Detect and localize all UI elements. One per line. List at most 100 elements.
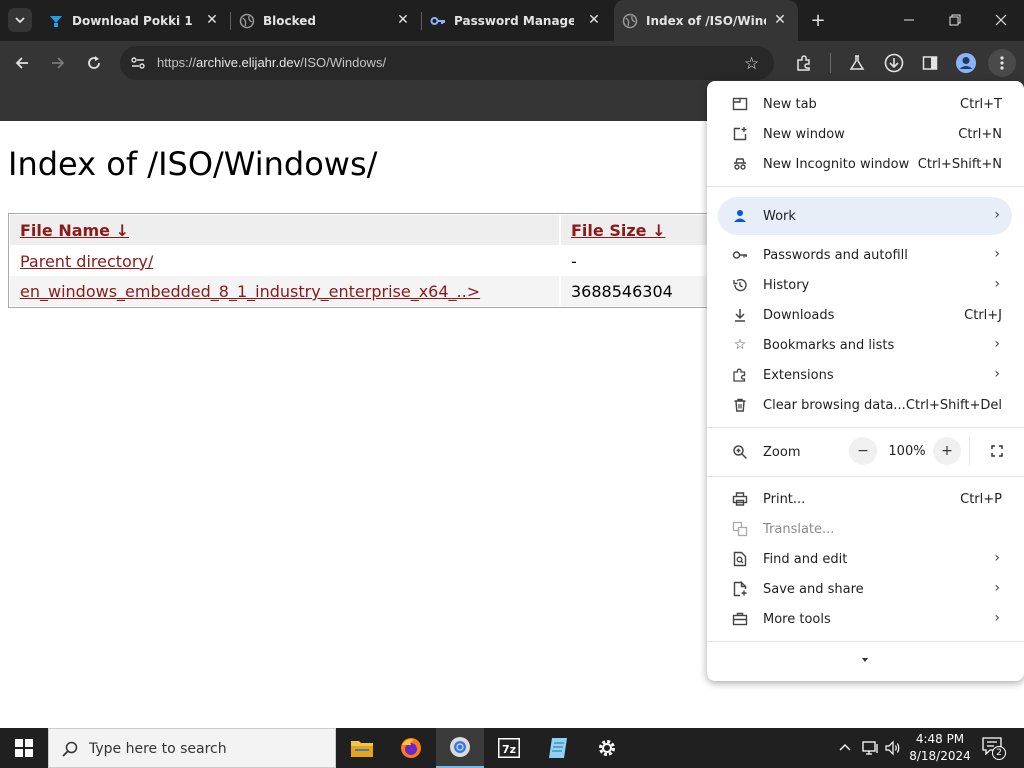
chrome-icon[interactable] xyxy=(436,728,484,768)
extensions-icon xyxy=(731,366,749,384)
key-icon xyxy=(731,246,749,264)
translate-icon xyxy=(731,520,749,538)
menu-item-clear-browsing-data[interactable]: Clear browsing data... Ctrl+Shift+Del xyxy=(707,390,1024,420)
tab-pokki[interactable]: Download Pokki 1.0 fo ✕ xyxy=(40,0,230,41)
7zip-icon[interactable]: 7z xyxy=(485,728,533,768)
restore-icon[interactable] xyxy=(932,0,978,40)
menu-label: Translate... xyxy=(763,522,835,537)
menu-label: Print... xyxy=(763,492,806,507)
menu-item-incognito[interactable]: New Incognito window Ctrl+Shift+N xyxy=(707,149,1024,179)
parent-directory-link[interactable]: Parent directory/ xyxy=(20,252,153,271)
sort-by-name-link[interactable]: File Name ↓ xyxy=(20,221,129,240)
tab-title: Blocked xyxy=(263,13,317,28)
address-bar[interactable]: https://archive.elijahr.dev/ISO/Windows/… xyxy=(120,46,774,80)
download-arrow-icon xyxy=(48,13,64,29)
menu-label: New window xyxy=(763,127,845,142)
menu-item-extensions[interactable]: Extensions › xyxy=(707,360,1024,390)
file-name-cell: en_windows_embedded_8_1_industry_enterpr… xyxy=(10,276,559,306)
taskbar-search-box[interactable]: Type here to search xyxy=(48,728,336,768)
close-tab-icon[interactable]: ✕ xyxy=(395,12,411,28)
zoom-in-button[interactable]: + xyxy=(933,437,961,465)
menu-item-more-tools[interactable]: More tools › xyxy=(707,604,1024,634)
file-explorer-icon[interactable] xyxy=(338,728,386,768)
menu-item-translate: Translate... xyxy=(707,514,1024,544)
table-header-row: File Name ↓ File Size ↓ xyxy=(8,215,768,245)
notepad-icon[interactable] xyxy=(534,728,582,768)
column-header-file-name: File Name ↓ xyxy=(10,215,559,245)
chevron-right-icon: › xyxy=(994,366,1000,382)
menu-shortcut: Ctrl+T xyxy=(960,97,1002,112)
menu-item-history[interactable]: History › xyxy=(707,270,1024,300)
menu-item-save-and-share[interactable]: Save and share › xyxy=(707,574,1024,604)
chevron-right-icon: › xyxy=(994,336,1000,352)
site-info-icon[interactable] xyxy=(130,55,146,75)
menu-item-new-tab[interactable]: New tab Ctrl+T xyxy=(707,89,1024,119)
menu-item-find-and-edit[interactable]: Find and edit › xyxy=(707,544,1024,574)
star-icon: ☆ xyxy=(733,337,747,353)
search-icon xyxy=(61,740,79,762)
fullscreen-icon[interactable] xyxy=(983,437,1011,465)
menu-item-print[interactable]: Print... Ctrl+P xyxy=(707,484,1024,514)
volume-icon[interactable] xyxy=(884,739,902,761)
menu-shortcut: Ctrl+N xyxy=(958,127,1002,142)
chevron-down-icon xyxy=(15,17,25,24)
more-menu-icon[interactable] xyxy=(988,49,1016,77)
zoom-out-button[interactable]: − xyxy=(849,437,877,465)
chevron-right-icon: › xyxy=(994,550,1000,566)
forward-icon[interactable] xyxy=(44,49,72,77)
menu-label: History xyxy=(763,278,810,293)
menu-item-new-window[interactable]: New window Ctrl+N xyxy=(707,119,1024,149)
profile-avatar-icon[interactable] xyxy=(952,49,980,77)
notification-badge: 2 xyxy=(992,746,1006,760)
tab-title: Index of /ISO/Window xyxy=(646,13,766,28)
new-tab-icon xyxy=(731,95,749,113)
extensions-icon[interactable] xyxy=(790,49,818,77)
minimize-icon[interactable] xyxy=(886,0,932,40)
globe-icon xyxy=(239,13,255,29)
close-window-icon[interactable] xyxy=(978,0,1024,40)
key-icon xyxy=(430,13,446,29)
menu-item-profile-work[interactable]: Work › xyxy=(707,201,1024,231)
settings-gear-icon[interactable] xyxy=(583,728,631,768)
menu-item-bookmarks[interactable]: ☆ Bookmarks and lists › xyxy=(707,330,1024,360)
tab-index-of[interactable]: Index of /ISO/Window ✕ xyxy=(614,0,798,41)
close-tab-icon[interactable]: ✕ xyxy=(204,12,220,28)
clock-date: 8/18/2024 xyxy=(909,749,971,763)
sort-by-size-link[interactable]: File Size ↓ xyxy=(571,221,665,240)
menu-item-downloads[interactable]: Downloads Ctrl+J xyxy=(707,300,1024,330)
tab-blocked[interactable]: Blocked ✕ xyxy=(231,0,421,41)
zoom-level: 100% xyxy=(888,444,926,459)
file-link[interactable]: en_windows_embedded_8_1_industry_enterpr… xyxy=(20,282,480,301)
chevron-right-icon: › xyxy=(994,580,1000,596)
menu-label: Passwords and autofill xyxy=(763,248,908,263)
chevron-right-icon: › xyxy=(994,610,1000,626)
download-icon[interactable] xyxy=(880,49,908,77)
new-tab-button[interactable]: + xyxy=(806,8,830,32)
labs-flask-icon[interactable] xyxy=(843,49,871,77)
tab-search-button[interactable] xyxy=(8,8,32,32)
scroll-down-arrow-icon[interactable] xyxy=(857,651,873,670)
bookmark-star-icon[interactable]: ☆ xyxy=(744,54,759,74)
start-button[interactable] xyxy=(0,728,48,768)
url-path: /ISO/Windows/ xyxy=(300,55,387,70)
menu-label: Zoom xyxy=(763,445,801,460)
notification-center-icon[interactable]: 2 xyxy=(982,737,1006,760)
close-tab-icon[interactable]: ✕ xyxy=(772,12,788,28)
clock-time: 4:48 PM xyxy=(915,732,965,746)
find-page-icon xyxy=(731,550,749,568)
back-icon[interactable] xyxy=(8,49,36,77)
menu-item-passwords[interactable]: Passwords and autofill › xyxy=(707,240,1024,270)
browser-menu: New tab Ctrl+T New window Ctrl+N New Inc… xyxy=(707,81,1024,681)
close-tab-icon[interactable]: ✕ xyxy=(586,12,602,28)
side-panel-icon[interactable] xyxy=(916,49,944,77)
url-scheme: https:// xyxy=(157,55,197,70)
reload-icon[interactable] xyxy=(80,49,108,77)
tab-password-manager[interactable]: Password Manager ✕ xyxy=(422,0,612,41)
chevron-up-icon[interactable] xyxy=(838,740,852,759)
menu-shortcut: Ctrl+Shift+Del xyxy=(905,398,1002,413)
system-clock[interactable]: 4:48 PM 8/18/2024 xyxy=(905,731,975,765)
menu-shortcut: Ctrl+J xyxy=(964,308,1002,323)
network-icon[interactable] xyxy=(862,739,880,761)
firefox-icon[interactable] xyxy=(387,728,435,768)
toolbar: https://archive.elijahr.dev/ISO/Windows/… xyxy=(0,41,1024,85)
